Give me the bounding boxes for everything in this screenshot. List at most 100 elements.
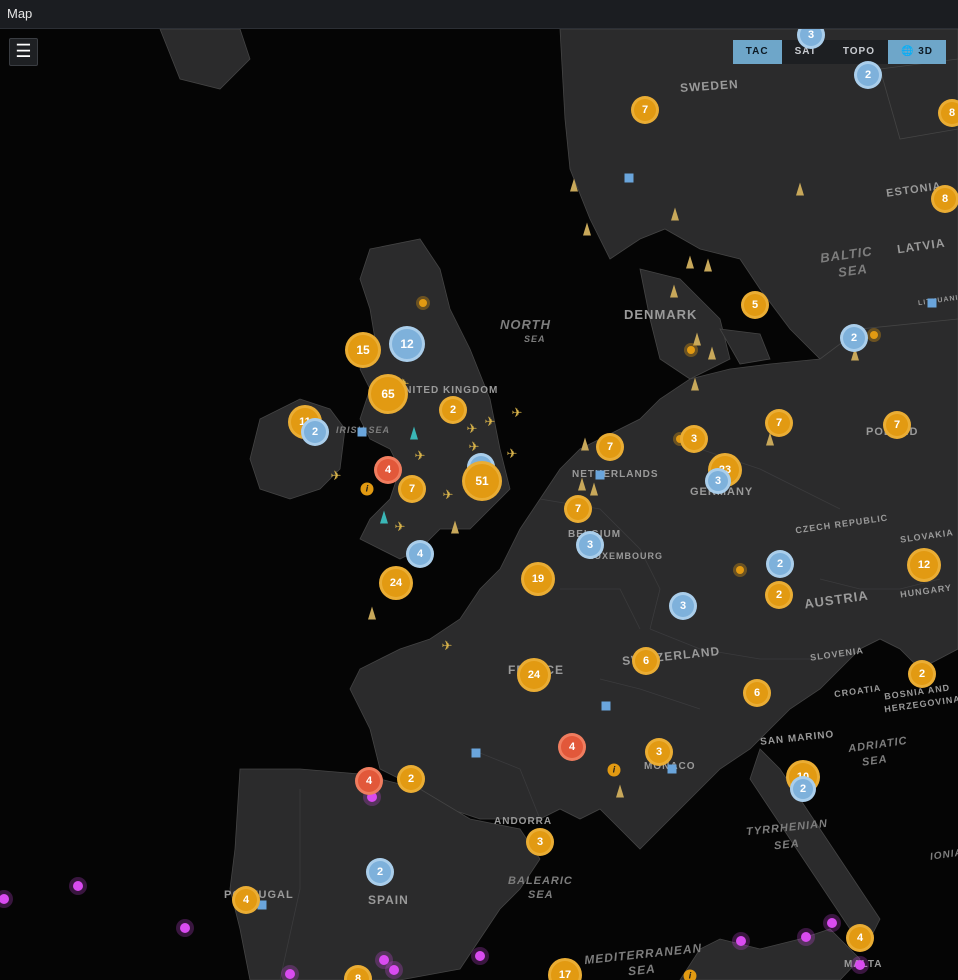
alert-marker[interactable]	[285, 969, 295, 979]
landmark-icon[interactable]	[616, 784, 624, 798]
ground-unit-marker[interactable]	[667, 764, 677, 774]
layer-switcher: TAC SAT TOPO 🌐 3D	[732, 40, 946, 64]
aircraft-icon[interactable]: ✈	[395, 519, 406, 535]
cluster-marker[interactable]: 4	[374, 456, 402, 484]
aircraft-icon[interactable]: ✈	[415, 448, 426, 464]
alert-marker[interactable]	[801, 932, 811, 942]
cluster-marker[interactable]: 8	[931, 185, 958, 213]
menu-button[interactable]: ☰	[9, 38, 38, 66]
cluster-marker[interactable]: 3	[645, 738, 673, 766]
cluster-marker[interactable]: 2	[301, 418, 329, 446]
cluster-marker[interactable]: 8	[938, 99, 958, 127]
landmark-icon[interactable]	[451, 520, 459, 534]
cluster-marker[interactable]: 65	[368, 374, 408, 414]
cluster-marker[interactable]: 4	[406, 540, 434, 568]
cluster-marker[interactable]: 7	[883, 411, 911, 439]
cluster-marker[interactable]: 4	[846, 924, 874, 952]
cluster-marker[interactable]: 4	[558, 733, 586, 761]
ground-unit-marker[interactable]	[595, 470, 605, 480]
cluster-marker[interactable]: 3	[526, 828, 554, 856]
cluster-marker[interactable]: 3	[576, 531, 604, 559]
cluster-marker[interactable]: 7	[564, 495, 592, 523]
cluster-marker[interactable]: 7	[398, 475, 426, 503]
aircraft-icon[interactable]: ✈	[467, 421, 478, 437]
cluster-marker[interactable]: 2	[366, 858, 394, 886]
ground-unit-marker[interactable]	[624, 173, 634, 183]
cluster-marker[interactable]: 12	[907, 548, 941, 582]
landmark-icon[interactable]	[368, 606, 376, 620]
cluster-marker[interactable]: 5	[741, 291, 769, 319]
aircraft-icon[interactable]: ✈	[443, 487, 454, 503]
map-canvas[interactable]: ☰ TAC SAT TOPO 🌐 3D SWEDEN ESTONIA LATVI…	[0, 29, 958, 980]
alert-marker[interactable]	[827, 918, 837, 928]
cluster-marker[interactable]: 15	[345, 332, 381, 368]
ground-unit-marker[interactable]	[471, 748, 481, 758]
cluster-marker[interactable]: 24	[517, 658, 551, 692]
cluster-marker[interactable]: 2	[439, 396, 467, 424]
landmark-icon[interactable]	[410, 426, 418, 440]
landmark-icon[interactable]	[796, 182, 804, 196]
ground-unit-marker[interactable]	[927, 298, 937, 308]
landmark-icon[interactable]	[578, 477, 586, 491]
alert-marker[interactable]	[389, 965, 399, 975]
cluster-marker[interactable]: 4	[355, 767, 383, 795]
cluster-marker[interactable]: 7	[631, 96, 659, 124]
landmark-icon[interactable]	[708, 346, 716, 360]
cluster-marker[interactable]: 2	[908, 660, 936, 688]
cluster-marker[interactable]: 24	[379, 566, 413, 600]
landmark-icon[interactable]	[691, 377, 699, 391]
cluster-marker[interactable]: 2	[765, 581, 793, 609]
alert-marker[interactable]	[475, 951, 485, 961]
cluster-marker[interactable]: 3	[705, 468, 731, 494]
cluster-marker[interactable]: 4	[232, 886, 260, 914]
alert-marker[interactable]	[855, 960, 865, 970]
cluster-marker[interactable]: 51	[462, 461, 502, 501]
landmark-icon[interactable]	[581, 437, 589, 451]
landmark-icon[interactable]	[380, 510, 388, 524]
cluster-marker[interactable]: 6	[632, 647, 660, 675]
cluster-marker[interactable]: 2	[766, 550, 794, 578]
layer-tac-button[interactable]: TAC	[732, 40, 782, 64]
alert-marker[interactable]	[73, 881, 83, 891]
event-marker[interactable]	[870, 331, 878, 339]
aircraft-icon[interactable]: ✈	[442, 638, 453, 654]
cluster-marker[interactable]: 19	[521, 562, 555, 596]
aircraft-icon[interactable]: ✈	[485, 414, 496, 430]
event-marker[interactable]	[687, 346, 695, 354]
landmark-icon[interactable]	[670, 284, 678, 298]
landmark-icon[interactable]	[693, 332, 701, 346]
cluster-marker[interactable]: 6	[743, 679, 771, 707]
landmark-icon[interactable]	[570, 178, 578, 192]
aircraft-icon[interactable]: ✈	[512, 405, 523, 421]
event-marker[interactable]	[419, 299, 427, 307]
cluster-marker[interactable]: 2	[397, 765, 425, 793]
aircraft-icon[interactable]: ✈	[331, 468, 342, 484]
ground-unit-marker[interactable]	[601, 701, 611, 711]
cluster-marker[interactable]: 2	[854, 61, 882, 89]
info-icon[interactable]: i	[360, 482, 374, 496]
event-marker[interactable]	[736, 566, 744, 574]
landmark-icon[interactable]	[583, 222, 591, 236]
alert-marker[interactable]	[180, 923, 190, 933]
landmark-icon[interactable]	[671, 207, 679, 221]
aircraft-icon[interactable]: ✈	[507, 446, 518, 462]
layer-3d-button[interactable]: 🌐 3D	[887, 40, 946, 64]
cluster-marker[interactable]: 7	[765, 409, 793, 437]
alert-marker[interactable]	[379, 955, 389, 965]
landmark-icon[interactable]	[686, 255, 694, 269]
ground-unit-marker[interactable]	[357, 427, 367, 437]
cluster-marker[interactable]: 12	[389, 326, 425, 362]
cluster-marker[interactable]: 2	[790, 776, 816, 802]
label-north-sea-1: NORTH	[500, 317, 551, 332]
cluster-marker[interactable]: 2	[840, 324, 868, 352]
layer-topo-button[interactable]: TOPO	[829, 40, 888, 64]
landmark-icon[interactable]	[590, 482, 598, 496]
label-mediterranean-sea-2: SEA	[627, 961, 657, 979]
cluster-marker[interactable]: 7	[596, 433, 624, 461]
alert-marker[interactable]	[736, 936, 746, 946]
cluster-marker[interactable]: 3	[680, 425, 708, 453]
info-icon[interactable]: i	[683, 969, 697, 980]
landmark-icon[interactable]	[704, 258, 712, 272]
info-icon[interactable]: i	[607, 763, 621, 777]
cluster-marker[interactable]: 3	[669, 592, 697, 620]
